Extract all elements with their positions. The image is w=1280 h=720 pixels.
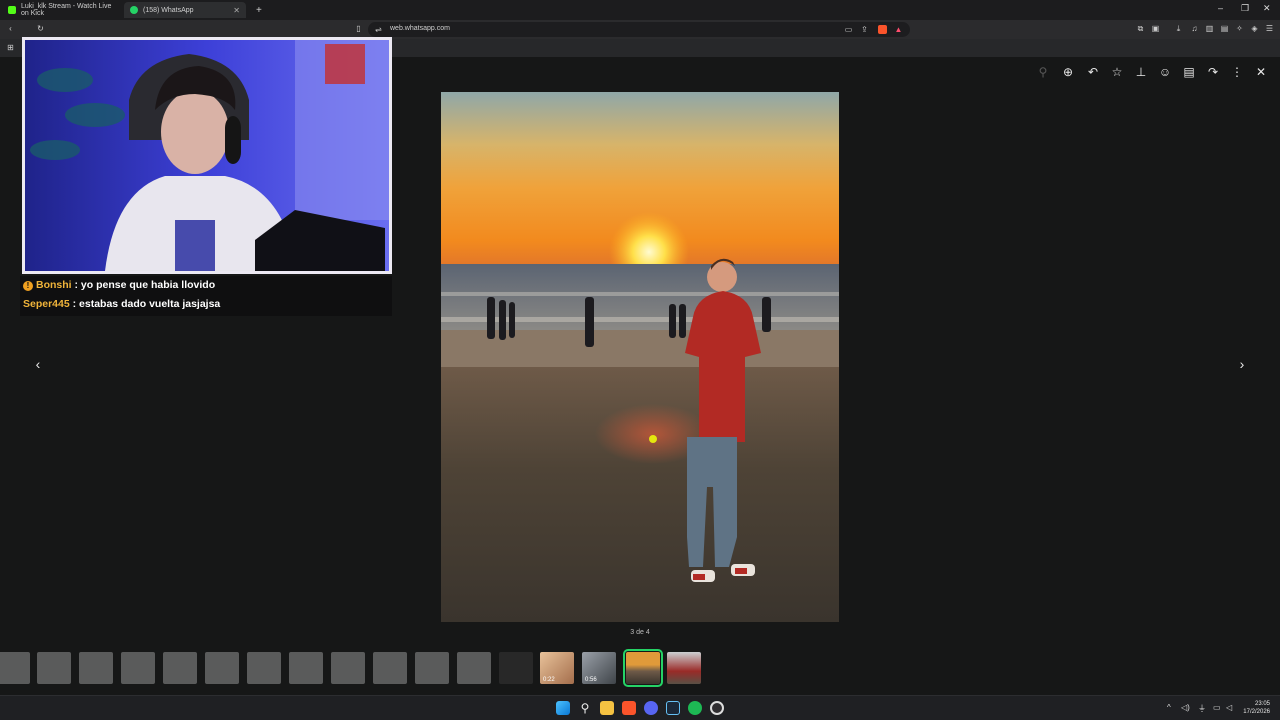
tray-overflow-icon[interactable]: ^	[1167, 703, 1171, 712]
share-icon[interactable]: ⇪	[860, 25, 869, 34]
thumbnail-selected-image[interactable]	[623, 649, 663, 687]
restore-button[interactable]: ❐	[1241, 3, 1249, 14]
brave-rewards-icon[interactable]: ▲	[894, 25, 903, 34]
tab-whatsapp[interactable]: (158) WhatsApp ✕	[124, 2, 246, 18]
chat-username: Bonshi	[36, 279, 72, 291]
vpn-icon[interactable]: ◈	[1250, 24, 1259, 33]
thumbnail-document[interactable]	[0, 652, 30, 684]
zoom-out-icon: ⚲	[1038, 65, 1048, 79]
network-icon[interactable]: ▭	[1213, 703, 1221, 712]
tab-kick-stream[interactable]: Luki_klk Stream - Watch Live on Kick	[2, 2, 122, 18]
clock-time: 23:05	[1254, 701, 1270, 707]
thumbnail-document[interactable]	[457, 652, 491, 684]
clock-date: 17/2/2026	[1243, 709, 1270, 715]
leo-icon[interactable]: ✧	[1235, 24, 1244, 33]
thumbnail-document[interactable]	[373, 652, 407, 684]
thumbnail-video[interactable]: 0:22	[540, 652, 574, 684]
forward-icon[interactable]: ↷	[1206, 65, 1220, 79]
kick-icon	[8, 6, 16, 14]
whatsapp-icon	[130, 6, 138, 14]
reload-icon[interactable]: ↻	[36, 24, 45, 33]
thumbnail-document[interactable]	[289, 652, 323, 684]
menu-icon[interactable]: ☰	[1265, 24, 1274, 33]
streamer-webcam	[22, 37, 392, 274]
file-explorer-icon[interactable]	[600, 701, 614, 715]
obs-icon[interactable]	[710, 701, 724, 715]
chat-message: ! Bonshi : yo pense que habia llovido	[23, 279, 215, 291]
reply-icon[interactable]: ↶	[1086, 65, 1100, 79]
volume-icon[interactable]: ◁)	[1181, 703, 1190, 712]
chat-text: : estabas dado vuelta jasjajsa	[72, 298, 221, 310]
previous-media-button[interactable]: ‹	[31, 357, 45, 371]
sidebar-icon[interactable]: ▥	[1205, 24, 1214, 33]
bookmark-icon[interactable]: ▯	[354, 24, 363, 33]
media-photo	[441, 92, 839, 622]
steam-icon[interactable]	[666, 701, 680, 715]
webcam-feed	[25, 40, 389, 271]
chat-badge-icon: !	[23, 281, 33, 291]
tab-label: (158) WhatsApp	[143, 6, 194, 14]
emoji-react-icon[interactable]: ☺	[1158, 65, 1172, 79]
minimize-button[interactable]: –	[1218, 3, 1223, 13]
close-tab-icon[interactable]: ✕	[233, 6, 240, 15]
tab-label: Luki_klk Stream - Watch Live on Kick	[21, 3, 112, 17]
media-counter: 3 de 4	[630, 629, 650, 636]
close-window-button[interactable]: ✕	[1263, 3, 1271, 14]
speaker-icon[interactable]: ◁	[1226, 703, 1232, 712]
star-icon[interactable]: ☆	[1110, 65, 1124, 79]
microphone-icon[interactable]: ⏚	[1198, 703, 1206, 714]
chat-message: Seper445 : estabas dado vuelta jasjajsa	[23, 298, 220, 310]
taskbar-clock[interactable]: 23:05 17/2/2026	[1243, 700, 1270, 716]
thumbnail-document[interactable]	[205, 652, 239, 684]
cast-icon[interactable]: ▭	[844, 25, 853, 34]
brave-icon[interactable]	[622, 701, 636, 715]
new-tab-button[interactable]: +	[250, 2, 264, 18]
stream-chat-overlay: ! Bonshi : yo pense que habia llovido Sep…	[20, 276, 392, 316]
site-info-icon[interactable]: ⇌	[374, 25, 383, 34]
browser-tab-strip: Luki_klk Stream - Watch Live on Kick (15…	[0, 0, 1280, 20]
windows-start-icon[interactable]	[556, 701, 570, 715]
chat-text: : yo pense que habia llovido	[74, 279, 216, 291]
more-icon[interactable]: ⋮	[1230, 65, 1244, 79]
delete-icon[interactable]: ▤	[1182, 65, 1196, 79]
wallet-icon[interactable]: ▤	[1220, 24, 1229, 33]
zoom-in-icon[interactable]: ⊕	[1061, 65, 1075, 79]
discord-icon[interactable]	[644, 701, 658, 715]
video-duration: 0:22	[543, 677, 555, 683]
chat-username: Seper445	[23, 298, 70, 310]
thumbnail-document[interactable]	[121, 652, 155, 684]
beach-sunset-photo	[441, 92, 839, 622]
next-media-button[interactable]: ›	[1235, 357, 1249, 371]
apps-grid-icon[interactable]: ⊞	[6, 43, 15, 52]
back-icon[interactable]: ‹	[6, 24, 15, 33]
extension-icon-2[interactable]: ▣	[1151, 24, 1160, 33]
thumbnail-document[interactable]	[331, 652, 365, 684]
download-icon[interactable]: ⤓	[1174, 24, 1183, 33]
url-text: web.whatsapp.com	[390, 25, 450, 32]
video-duration: 0:56	[585, 677, 597, 683]
url-field[interactable]: ⇌ web.whatsapp.com ▭ ⇪ ▲	[368, 22, 910, 37]
brave-shields-icon[interactable]	[878, 25, 887, 34]
close-icon[interactable]: ✕	[1254, 65, 1268, 79]
spotify-icon[interactable]	[688, 701, 702, 715]
thumbnail-document[interactable]	[247, 652, 281, 684]
thumbnail-video[interactable]	[499, 652, 533, 684]
thumbnail-document[interactable]	[37, 652, 71, 684]
windows-taskbar: ⚲ ^ ◁) ⏚ ▭ ◁ 23:05 17/2/2026	[0, 695, 1280, 720]
pin-icon[interactable]: ⊥	[1134, 65, 1148, 79]
thumbnail-video[interactable]: 0:56	[582, 652, 616, 684]
extension-icon[interactable]: ⧉	[1136, 24, 1145, 33]
thumbnail-image[interactable]	[667, 652, 701, 684]
thumbnail-document[interactable]	[415, 652, 449, 684]
thumbnail-document[interactable]	[163, 652, 197, 684]
thumbnail-document[interactable]	[79, 652, 113, 684]
search-icon[interactable]: ⚲	[578, 701, 592, 715]
media-icon[interactable]: ♫	[1190, 24, 1199, 33]
